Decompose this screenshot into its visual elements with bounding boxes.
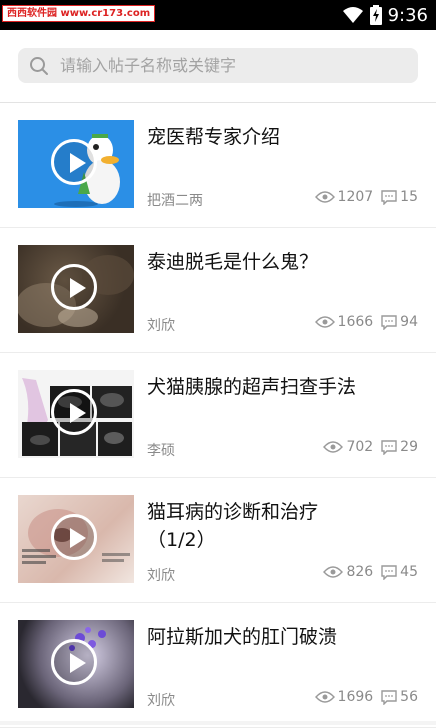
- post-title[interactable]: 宠医帮专家介绍: [147, 123, 337, 151]
- play-icon[interactable]: [51, 139, 97, 185]
- search-input[interactable]: 请输入帖子名称或关键字: [18, 48, 418, 83]
- post-title[interactable]: 犬猫胰腺的超声扫查手法: [147, 373, 397, 401]
- post-stats: 702 29: [323, 439, 418, 455]
- post-stats: 1696 56: [314, 689, 418, 705]
- video-thumbnail[interactable]: [18, 495, 134, 583]
- view-count: 1696: [337, 689, 374, 705]
- status-time: 9:36: [387, 4, 428, 26]
- comment-count: 45: [400, 564, 418, 580]
- wifi-icon: [342, 7, 363, 23]
- search-placeholder: 请输入帖子名称或关键字: [60, 56, 237, 75]
- comment-icon: [381, 189, 397, 205]
- comment-icon: [381, 439, 397, 455]
- post-author: 刘欣: [147, 568, 175, 584]
- view-count: 702: [346, 439, 374, 455]
- view-count: 1207: [337, 189, 374, 205]
- comment-icon: [381, 689, 397, 705]
- comment-count: 29: [400, 439, 418, 455]
- bottom-nav-edge: [0, 721, 436, 725]
- eye-icon: [314, 191, 335, 203]
- battery-icon: [369, 5, 382, 25]
- view-count: 1666: [337, 314, 374, 330]
- watermark-name: 西西软件园: [7, 8, 57, 19]
- eye-icon: [323, 441, 344, 453]
- comment-count: 15: [400, 189, 418, 205]
- post-author: 刘欣: [147, 318, 175, 334]
- watermark-url: www.cr173.com: [60, 8, 151, 19]
- post-title[interactable]: 阿拉斯加犬的肛门破溃: [147, 623, 397, 651]
- view-count: 826: [346, 564, 374, 580]
- post-author: 李硕: [147, 443, 175, 459]
- eye-icon: [314, 316, 335, 328]
- post-author: 把酒二两: [147, 193, 203, 209]
- video-thumbnail[interactable]: [18, 620, 134, 708]
- play-icon[interactable]: [51, 264, 97, 310]
- play-icon[interactable]: [51, 514, 97, 560]
- post-stats: 1207 15: [314, 189, 418, 205]
- eye-icon: [323, 566, 344, 578]
- post-author: 刘欣: [147, 693, 175, 709]
- list-item[interactable]: 泰迪脱毛是什么鬼？ 刘欣 1666 94: [0, 228, 436, 353]
- list-item[interactable]: 猫耳病的诊断和治疗（1/2） 刘欣 826 45: [0, 478, 436, 603]
- video-thumbnail[interactable]: [18, 245, 134, 333]
- list-item[interactable]: 犬猫胰腺的超声扫查手法 李硕 702 29: [0, 353, 436, 478]
- play-icon[interactable]: [51, 389, 97, 435]
- search-icon: [30, 57, 48, 75]
- post-stats: 826 45: [323, 564, 418, 580]
- post-list: 宠医帮专家介绍 把酒二两 1207 15 泰迪脱毛是什么鬼？ 刘欣 1666 9…: [0, 103, 436, 728]
- video-thumbnail[interactable]: [18, 370, 134, 458]
- watermark: 西西软件园 www.cr173.com: [2, 5, 156, 22]
- play-icon[interactable]: [51, 639, 97, 685]
- post-stats: 1666 94: [314, 314, 418, 330]
- eye-icon: [314, 691, 335, 703]
- status-bar: 西西软件园 www.cr173.com 9:36: [0, 0, 436, 30]
- comment-count: 56: [400, 689, 418, 705]
- comment-icon: [381, 564, 397, 580]
- video-thumbnail[interactable]: [18, 120, 134, 208]
- list-item[interactable]: 阿拉斯加犬的肛门破溃 刘欣 1696 56: [0, 603, 436, 728]
- search-bar-area: 请输入帖子名称或关键字: [0, 30, 436, 103]
- post-title[interactable]: 猫耳病的诊断和治疗（1/2）: [147, 498, 332, 554]
- comment-count: 94: [400, 314, 418, 330]
- comment-icon: [381, 314, 397, 330]
- status-icons: 9:36: [342, 0, 428, 30]
- post-title[interactable]: 泰迪脱毛是什么鬼？: [147, 248, 337, 276]
- list-item[interactable]: 宠医帮专家介绍 把酒二两 1207 15: [0, 103, 436, 228]
